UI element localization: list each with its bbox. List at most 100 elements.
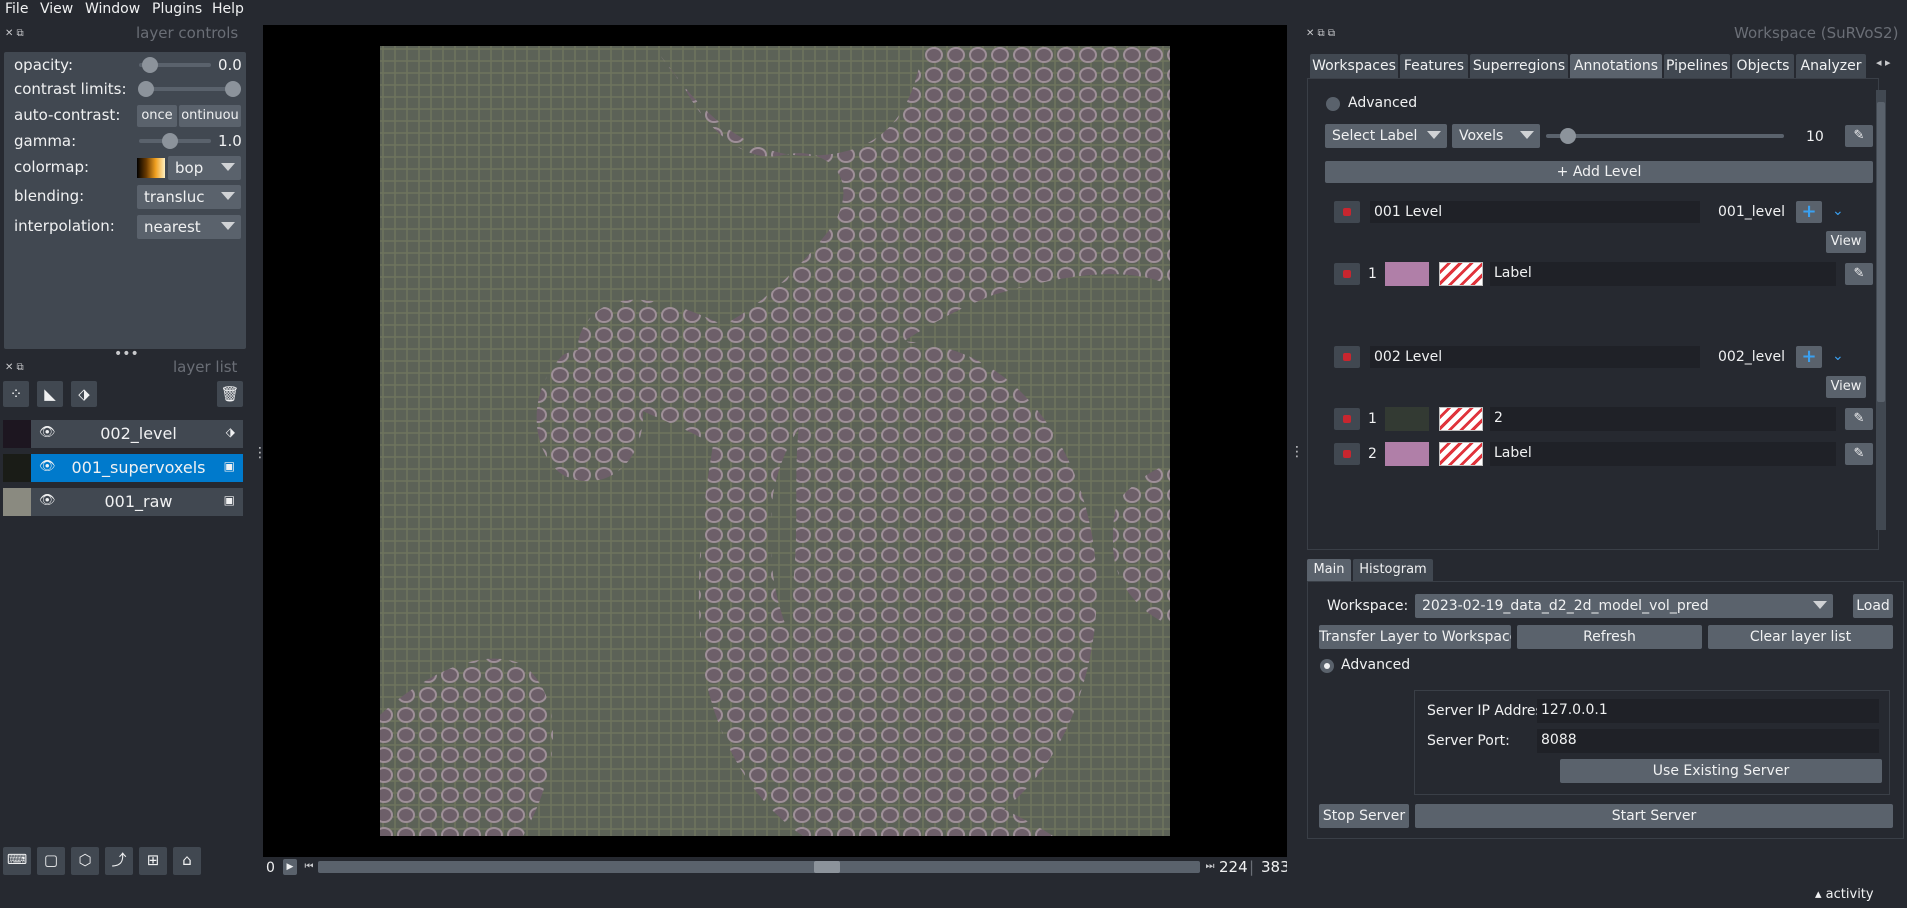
tab-analyzer[interactable]: Analyzer [1796,54,1866,78]
auto-contrast-once-button[interactable]: once [137,105,177,127]
delete-label-button[interactable] [1334,263,1360,285]
console-button[interactable]: ⌨ [3,847,31,875]
workspace-select[interactable]: 2023-02-19_data_d2_2d_model_vol_pred [1415,594,1833,618]
eye-icon[interactable]: 👁 [39,459,56,474]
add-label-button[interactable]: + [1796,346,1822,368]
voxels-dropdown[interactable]: Voxels [1452,124,1540,148]
load-button[interactable]: Load [1853,594,1893,618]
tab-features[interactable]: Features [1400,54,1468,78]
delete-label-button[interactable] [1334,443,1360,465]
use-existing-server-button[interactable]: Use Existing Server [1560,759,1882,783]
add-level-button[interactable]: + Add Level [1325,161,1873,183]
server-port-field[interactable]: 8088 [1537,729,1879,753]
colormap-select[interactable]: bop [168,156,241,180]
delete-label-button[interactable] [1334,408,1360,430]
tab-main[interactable]: Main [1307,559,1351,581]
advanced-radio[interactable] [1320,659,1334,673]
menu-help[interactable]: Help [212,1,244,17]
dims-slider-thumb[interactable] [814,861,840,873]
stop-server-button[interactable]: Stop Server [1319,804,1409,828]
layer-row-001-raw[interactable]: 👁 001_raw ▣ [3,488,243,516]
opacity-slider-thumb[interactable] [142,57,158,73]
play-button[interactable]: ▶ [283,859,297,875]
transfer-layer-button[interactable]: Transfer Layer to Workspace [1319,625,1511,649]
blending-select[interactable]: transluc [137,185,241,209]
chevron-down-icon[interactable]: ⌄ [1832,348,1844,364]
menu-file[interactable]: File [5,1,28,17]
roll-dims-button[interactable]: ⬡ [71,847,99,875]
gamma-slider-thumb[interactable] [162,133,178,149]
view-level-button[interactable]: View [1826,231,1866,253]
grid-view-button[interactable]: ⊞ [139,847,167,875]
new-labels-layer-button[interactable]: ⬗ [71,381,97,407]
label-pattern-swatch[interactable] [1439,407,1483,431]
scrollbar-thumb[interactable] [1877,102,1885,402]
brush-size-slider[interactable] [1546,134,1784,138]
start-server-button[interactable]: Start Server [1415,804,1893,828]
select-label-dropdown[interactable]: Select Label [1325,124,1447,148]
label-color-swatch[interactable] [1385,407,1429,431]
menu-plugins[interactable]: Plugins [152,1,202,17]
delete-layer-button[interactable]: 🗑 [217,381,243,407]
opacity-value[interactable]: 0.0 [218,56,242,74]
menu-view[interactable]: View [40,1,73,17]
label-color-swatch[interactable] [1385,442,1429,466]
label-name-field[interactable]: Label [1490,262,1836,286]
label-name-field[interactable]: 2 [1490,407,1836,431]
image-view[interactable] [263,25,1287,857]
label-edit-button[interactable]: ✎ [1845,408,1873,430]
level-name-field[interactable]: 001 Level [1370,201,1700,223]
step-forward-button[interactable]: ⏭ [1203,859,1217,875]
brush-size-thumb[interactable] [1560,128,1576,144]
dock-float-icon[interactable]: ✕ ⧉ [5,28,24,39]
label-color-swatch[interactable] [1385,262,1429,286]
label-pattern-swatch[interactable] [1439,442,1483,466]
tab-superregions[interactable]: Superregions [1470,54,1568,78]
level-name-field[interactable]: 002 Level [1370,346,1700,368]
server-ip-field[interactable]: 127.0.0.1 [1537,699,1879,723]
tab-pipelines[interactable]: Pipelines [1664,54,1730,78]
menu-window[interactable]: Window [85,1,140,17]
delete-level-button[interactable] [1334,201,1360,223]
label-edit-button[interactable]: ✎ [1845,443,1873,465]
gamma-value[interactable]: 1.0 [218,132,242,150]
label-pattern-swatch[interactable] [1439,262,1483,286]
contrast-max-thumb[interactable] [225,81,241,97]
tab-histogram[interactable]: Histogram [1353,559,1433,581]
splitter-handle-icon[interactable]: ••• [114,346,139,362]
viewer-canvas[interactable] [263,25,1287,857]
dock-float-icon[interactable]: ✕ ⧉ ⧉ [1306,28,1335,39]
step-back-button[interactable]: ⏮ [302,859,316,875]
activity-toggle[interactable]: ▴ activity [1815,887,1874,902]
contrast-min-thumb[interactable] [138,81,154,97]
chevron-down-icon[interactable]: ⌄ [1832,203,1844,219]
tab-annotations[interactable]: Annotations [1570,54,1662,78]
dims-slider[interactable] [318,861,1200,873]
annotations-scrollbar[interactable] [1876,90,1886,530]
tab-scroll-arrows[interactable]: ◂ ▸ [1876,56,1891,69]
splitter-handle-icon[interactable]: ⋮ [1290,444,1304,460]
home-button[interactable]: ⌂ [173,847,201,875]
layer-row-001-supervoxels[interactable]: 👁 001_supervoxels ▣ [3,454,243,482]
interpolation-select[interactable]: nearest [137,215,241,239]
label-name-field[interactable]: Label [1490,442,1836,466]
dock-float-icon[interactable]: ✕ ⧉ [5,362,24,373]
transpose-button[interactable]: ⤴ [105,847,133,875]
eye-icon[interactable]: 👁 [39,425,56,440]
tab-workspaces[interactable]: Workspaces [1310,54,1398,78]
frame-value[interactable]: 224 [1219,858,1248,876]
toggle-ndisplay-button[interactable]: ▢ [37,847,65,875]
view-level-button[interactable]: View [1826,376,1866,398]
refresh-button[interactable]: Refresh [1517,625,1702,649]
new-points-layer-button[interactable]: ⁘ [3,381,29,407]
tab-objects[interactable]: Objects [1732,54,1794,78]
add-label-button[interactable]: + [1796,201,1822,223]
layer-row-002-level[interactable]: 👁 002_level ⬗ [3,420,243,448]
eye-icon[interactable]: 👁 [39,493,56,508]
auto-contrast-continuous-button[interactable]: ontinuou [179,105,241,127]
delete-level-button[interactable] [1334,346,1360,368]
contrast-limits-slider[interactable] [146,87,236,91]
new-shapes-layer-button[interactable]: ◣ [37,381,63,407]
label-edit-button[interactable]: ✎ [1845,263,1873,285]
clear-layer-list-button[interactable]: Clear layer list [1708,625,1893,649]
